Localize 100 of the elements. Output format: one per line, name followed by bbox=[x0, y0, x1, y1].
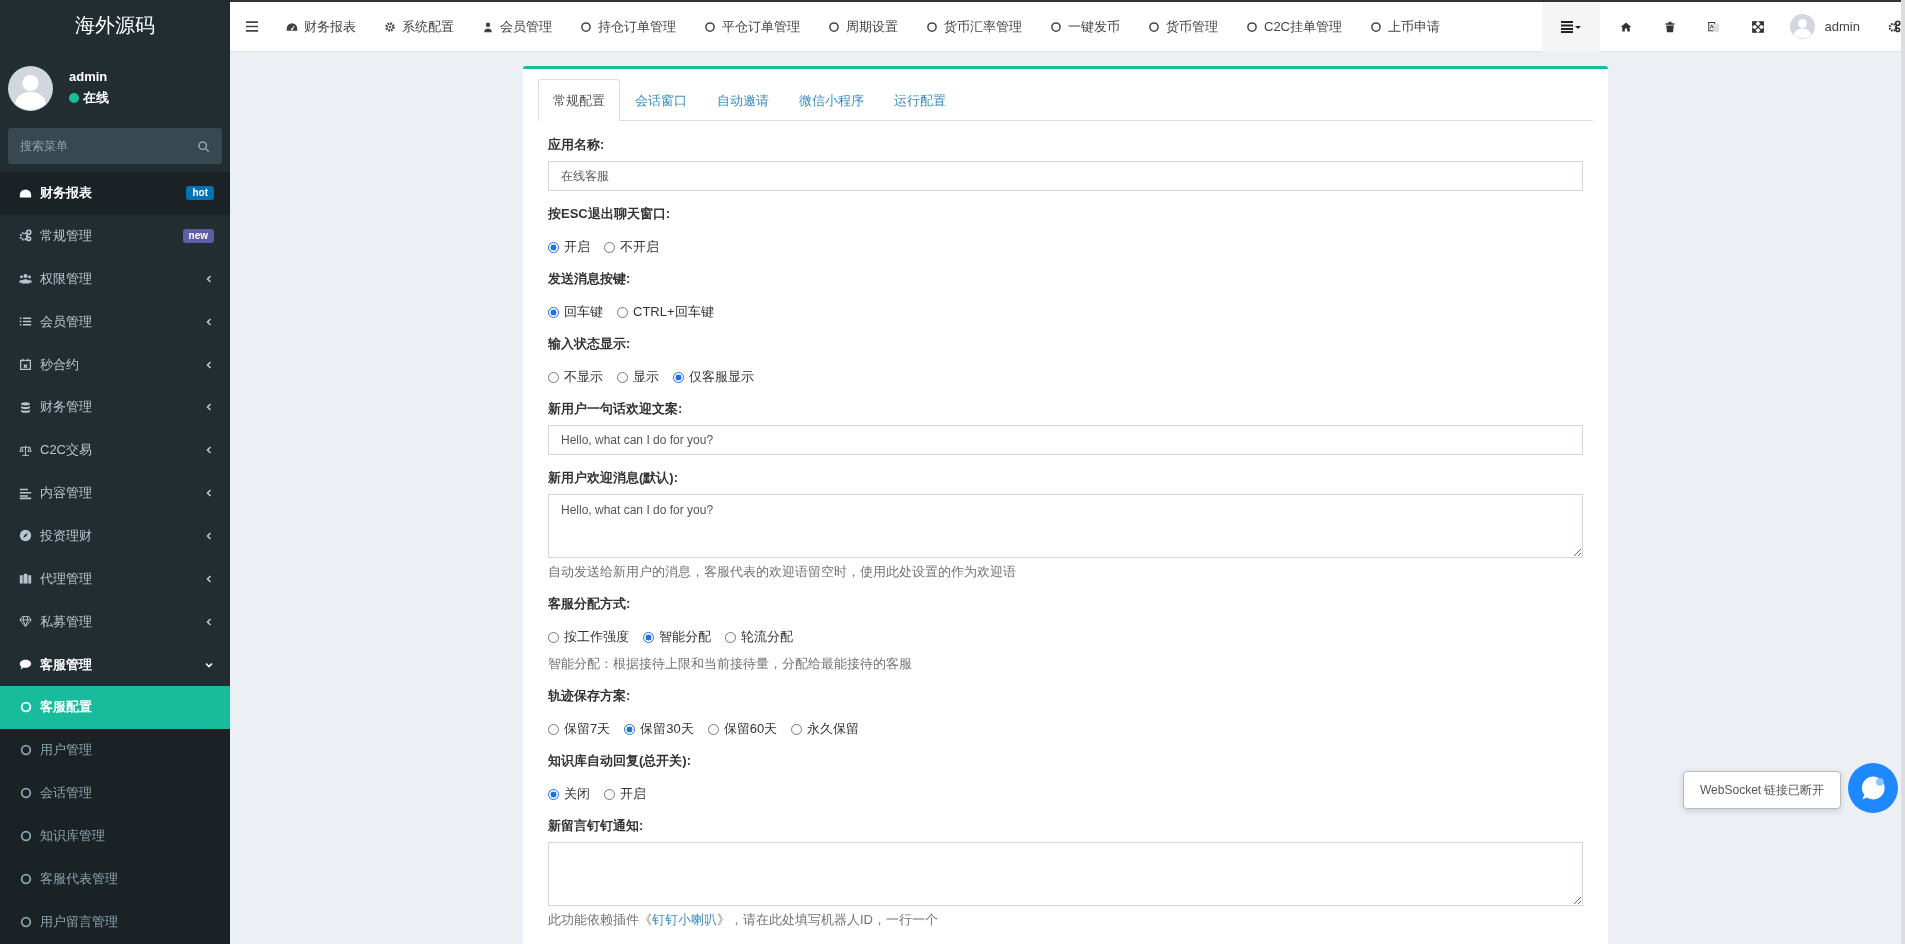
chevron-left-icon bbox=[204, 316, 214, 327]
sidebar-submenu-item[interactable]: 客服代表管理 bbox=[0, 857, 230, 901]
field-label: 输入状态显示: bbox=[548, 335, 632, 353]
radio-label: 不开启 bbox=[620, 238, 659, 256]
menu-search-field[interactable]: 搜索菜单 bbox=[8, 127, 222, 164]
radio-label: 开启 bbox=[620, 785, 646, 803]
toast-message: WebSocket 链接已断开 bbox=[1683, 771, 1842, 809]
circle-icon bbox=[926, 20, 938, 33]
nav-link[interactable]: C2C挂单管理 bbox=[1246, 17, 1342, 36]
help-text: 自动发送给新用户的消息，客服代表的欢迎语留空时，使用此处设置的作为欢迎语 bbox=[548, 563, 1017, 581]
radio-label: 显示 bbox=[633, 368, 659, 386]
tab[interactable]: 会话窗口 bbox=[620, 79, 702, 121]
nav-link[interactable]: 会员管理 bbox=[482, 17, 552, 36]
sidebar-menu-item[interactable]: 投资理财 bbox=[0, 514, 230, 558]
tab[interactable]: 微信小程序 bbox=[784, 79, 879, 121]
chevron-left-icon bbox=[204, 273, 214, 284]
text-field[interactable]: Hello, what can I do for you? bbox=[548, 425, 1583, 455]
nav-link[interactable]: 周期设置 bbox=[828, 17, 898, 36]
chevron-left-icon bbox=[204, 616, 214, 627]
sidebar-menu-item[interactable]: 私募管理 bbox=[0, 600, 230, 644]
sidebar-submenu-item[interactable]: 用户管理 bbox=[0, 728, 230, 772]
chevron-left-icon bbox=[204, 359, 214, 370]
field-label: 轨迹保存方案: bbox=[548, 687, 632, 705]
circle-icon bbox=[20, 787, 32, 800]
radio-button[interactable] bbox=[548, 241, 559, 253]
field-label: 客服分配方式: bbox=[548, 595, 632, 613]
circle-icon bbox=[1148, 20, 1160, 33]
sidebar-menu-item[interactable]: 秒合约 bbox=[0, 343, 230, 386]
sidebar-menu-item[interactable]: 客服管理 bbox=[0, 643, 230, 686]
field-label: 应用名称: bbox=[548, 136, 606, 154]
nav-link[interactable]: 上币申请 bbox=[1370, 17, 1440, 36]
radio-label: 按工作强度 bbox=[564, 628, 629, 646]
textarea-field[interactable]: Hello, what can I do for you? bbox=[548, 494, 1583, 558]
radio-label: 不显示 bbox=[564, 368, 603, 386]
textarea-field[interactable] bbox=[548, 842, 1583, 906]
field-label: 按ESC退出聊天窗口: bbox=[548, 205, 672, 223]
user-name[interactable]: admin bbox=[1824, 19, 1860, 34]
radio-button[interactable] bbox=[673, 371, 684, 383]
text-field[interactable]: 在线客服 bbox=[548, 161, 1583, 191]
settings-icon bbox=[384, 20, 396, 33]
list-icon bbox=[19, 315, 32, 329]
nav-link[interactable]: 一键发币 bbox=[1050, 17, 1120, 36]
sidebar-menu-item[interactable]: C2C交易 bbox=[0, 428, 230, 472]
help-text: 此功能依赖插件《钉钉小喇叭》，请在此处填写机器人ID，一行一个 bbox=[548, 911, 939, 929]
circle-icon bbox=[704, 20, 716, 33]
circle-icon bbox=[1050, 20, 1062, 33]
sidebar-submenu-item[interactable]: 会话管理 bbox=[0, 771, 230, 815]
nav-link[interactable]: 平仓订单管理 bbox=[704, 17, 800, 36]
sidebar-menu-item[interactable]: 内容管理 bbox=[0, 471, 230, 515]
radio-label: 轮流分配 bbox=[741, 628, 793, 646]
menu-badge: new bbox=[182, 228, 214, 243]
sidebar-menu-item[interactable]: 权限管理 bbox=[0, 257, 230, 301]
tab[interactable]: 自动邀请 bbox=[702, 79, 784, 121]
dropdown-toggle[interactable] bbox=[1541, 1, 1600, 52]
speech-bubble-icon bbox=[19, 658, 32, 672]
radio-label: 仅客服显示 bbox=[689, 368, 754, 386]
compass-icon bbox=[19, 529, 32, 543]
circle-icon bbox=[1370, 20, 1382, 33]
tab[interactable]: 运行配置 bbox=[879, 79, 961, 121]
circle-icon bbox=[20, 744, 32, 757]
diamond-icon bbox=[19, 615, 32, 629]
sidebar-submenu-item[interactable]: 知识库管理 bbox=[0, 814, 230, 858]
radio-label: CTRL+回车键 bbox=[633, 303, 714, 321]
radio-label: 智能分配 bbox=[659, 628, 711, 646]
app-logo[interactable]: 海外源码 bbox=[0, 0, 230, 52]
sidebar-menu-item[interactable]: 常规管理 new bbox=[0, 214, 230, 258]
circle-icon bbox=[580, 20, 592, 33]
radio-button[interactable] bbox=[643, 631, 654, 643]
users-icon bbox=[19, 272, 32, 286]
radio-button[interactable] bbox=[548, 788, 559, 800]
field-label: 新用户一句话欢迎文案: bbox=[548, 400, 684, 418]
radio-button[interactable] bbox=[548, 306, 559, 318]
nav-link[interactable]: 财务报表 bbox=[286, 17, 356, 36]
plugin-link[interactable]: 钉钉小喇叭 bbox=[652, 912, 717, 927]
radio-label: 回车键 bbox=[564, 303, 603, 321]
help-text: 智能分配：根据接待上限和当前接待量，分配给最能接待的客服 bbox=[548, 655, 913, 673]
field-label: 新用户欢迎消息(默认): bbox=[548, 469, 679, 487]
sidebar-menu-item[interactable]: 代理管理 bbox=[0, 557, 230, 601]
menu-icon[interactable] bbox=[246, 21, 258, 32]
sidebar-menu-item[interactable]: 财务报表 hot bbox=[0, 171, 230, 215]
balance-scale-icon bbox=[19, 443, 32, 457]
circle-icon bbox=[828, 20, 840, 33]
field-label: 知识库自动回复(总开关): bbox=[548, 752, 692, 770]
user-icon bbox=[482, 20, 494, 33]
nav-link[interactable]: 持仓订单管理 bbox=[580, 17, 676, 36]
nav-link[interactable]: 系统配置 bbox=[384, 17, 454, 36]
text-lines-icon bbox=[19, 486, 32, 500]
chevron-left-icon bbox=[204, 573, 214, 584]
user-status: 在线 bbox=[83, 89, 109, 108]
tab[interactable]: 常规配置 bbox=[538, 79, 620, 121]
circle-icon bbox=[20, 830, 32, 843]
sidebar-menu-item[interactable]: 会员管理 bbox=[0, 300, 230, 344]
chevron-left-icon bbox=[204, 402, 214, 413]
sidebar-menu-item[interactable]: 财务管理 bbox=[0, 385, 230, 429]
trash-icon[interactable] bbox=[1663, 20, 1676, 33]
sidebar-submenu-item[interactable]: 用户留言管理 bbox=[0, 900, 230, 944]
nav-link[interactable]: 货币管理 bbox=[1148, 17, 1218, 36]
nav-link[interactable]: 货币汇率管理 bbox=[926, 17, 1022, 36]
home-icon[interactable] bbox=[1619, 20, 1632, 33]
radio-button[interactable] bbox=[624, 723, 636, 735]
